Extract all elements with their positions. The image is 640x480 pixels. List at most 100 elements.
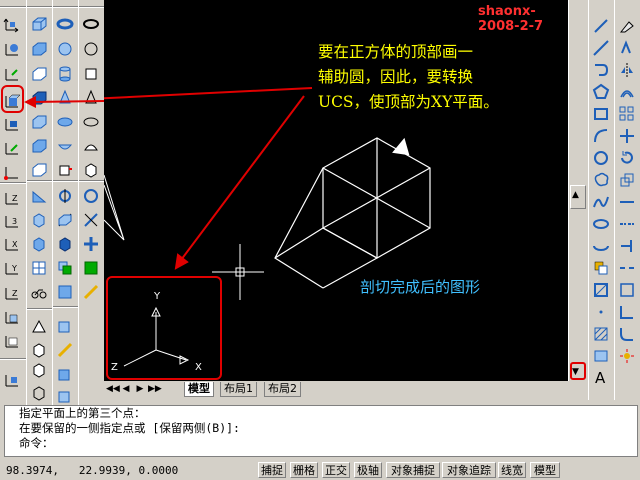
command-prompt[interactable]: 命令： xyxy=(5,436,637,451)
imprint-icon[interactable] xyxy=(81,210,99,228)
ellipse-arc-icon[interactable] xyxy=(591,236,609,254)
apply-ucs-icon[interactable] xyxy=(2,307,20,325)
cube-icon-5[interactable] xyxy=(29,383,47,401)
make-block-icon[interactable] xyxy=(591,280,609,298)
scroll-down-highlight xyxy=(570,362,586,380)
hatch-icon[interactable] xyxy=(591,324,609,342)
solid-edit-icon-4[interactable] xyxy=(55,386,73,404)
arc-icon[interactable] xyxy=(591,126,609,144)
grid-toggle[interactable]: 栅格 xyxy=(290,462,318,478)
mirror-icon[interactable] xyxy=(617,60,635,78)
box-icon-2[interactable] xyxy=(29,39,47,57)
region-icon[interactable] xyxy=(591,346,609,364)
snap-toggle[interactable]: 捕捉 xyxy=(258,462,286,478)
named-ucs-icon[interactable] xyxy=(2,370,20,388)
spline-icon[interactable] xyxy=(591,192,609,210)
revolve-icon[interactable] xyxy=(55,186,73,204)
join-icon[interactable] xyxy=(617,280,635,298)
tab-next-button[interactable]: ▶ xyxy=(134,383,146,395)
scale-icon[interactable] xyxy=(617,170,635,188)
command-window[interactable]: 指定平面上的第三个点： 在要保留的一侧指定点或 [保留两侧(B)]: 命令： xyxy=(4,405,638,457)
construction-line-icon[interactable] xyxy=(591,38,609,56)
rotate-icon[interactable] xyxy=(617,148,635,166)
tab-last-button[interactable]: ▶▶ xyxy=(148,383,162,395)
tab-model[interactable]: 模型 xyxy=(184,382,214,397)
line-icon[interactable] xyxy=(591,16,609,34)
polar-toggle[interactable]: 极轴 xyxy=(354,462,382,478)
polyline-icon[interactable] xyxy=(591,60,609,78)
separate-icon[interactable] xyxy=(81,234,99,252)
ucs-settings-icon[interactable] xyxy=(2,331,20,349)
3point-ucs-icon[interactable]: 3 xyxy=(2,211,20,229)
torus-icon[interactable] xyxy=(55,14,74,32)
svg-text:Z: Z xyxy=(12,194,18,203)
erase-icon[interactable] xyxy=(617,16,635,34)
motorcycle-icon[interactable] xyxy=(29,282,47,300)
copy-icon[interactable] xyxy=(617,38,635,56)
status-bar: 98.3974, 22.9939, 0.0000 捕捉 栅格 正交 极轴 对象捕… xyxy=(0,460,640,480)
triangle-icon[interactable] xyxy=(29,316,47,334)
array-icon[interactable] xyxy=(617,104,635,122)
point-icon[interactable] xyxy=(591,302,609,320)
extend-icon[interactable] xyxy=(617,236,635,254)
clean-icon[interactable] xyxy=(81,258,99,276)
wedge-icon[interactable] xyxy=(29,186,47,204)
ucs-icon-highlight xyxy=(106,276,222,380)
drawing-canvas[interactable]: shaonx-2008-2-7 要在正方体的顶部画一 辅助圆，因此，要转换 UC… xyxy=(104,0,568,381)
subtract-solid-icon[interactable] xyxy=(81,39,99,57)
rotate3d-icon[interactable] xyxy=(81,186,99,204)
polygon-icon[interactable] xyxy=(591,82,610,100)
solid-edit-icon-2[interactable] xyxy=(55,340,73,358)
sphere-icon[interactable] xyxy=(55,39,73,57)
coordinate-readout: 98.3974, 22.9939, 0.0000 xyxy=(6,464,179,477)
tab-layout2[interactable]: 布局2 xyxy=(264,382,301,397)
interfere-icon[interactable] xyxy=(55,258,73,276)
ucs-icon[interactable] xyxy=(2,14,20,33)
tab-first-button[interactable]: ◀◀ xyxy=(106,383,120,395)
world-ucs-icon[interactable] xyxy=(2,39,20,57)
z-rotate-ucs-icon[interactable]: Z xyxy=(2,283,20,301)
cube-icon[interactable] xyxy=(29,210,47,228)
section-icon[interactable] xyxy=(55,234,73,252)
union-icon[interactable] xyxy=(55,282,73,300)
chamfer-icon[interactable] xyxy=(617,302,635,320)
insert-block-icon[interactable] xyxy=(591,258,609,276)
draw-toolbar: A xyxy=(588,0,615,400)
tab-layout1[interactable]: 布局1 xyxy=(220,382,257,397)
ortho-toggle[interactable]: 正交 xyxy=(322,462,350,478)
circle-icon[interactable] xyxy=(591,148,609,166)
vertical-scrollbar[interactable]: ▲ ▼ xyxy=(568,0,587,381)
scroll-thumb[interactable] xyxy=(570,185,586,209)
box-icon[interactable] xyxy=(29,14,47,32)
solid-edit-icon[interactable] xyxy=(55,316,73,334)
offset-icon[interactable] xyxy=(617,82,635,100)
rectangle-icon[interactable] xyxy=(591,104,609,122)
otrack-toggle[interactable]: 对象追踪 xyxy=(442,462,496,478)
mtext-icon[interactable]: A xyxy=(591,367,609,386)
tab-prev-button[interactable]: ◀ xyxy=(120,383,132,395)
cube-icon-3[interactable] xyxy=(29,340,47,358)
ellipse-icon[interactable] xyxy=(591,214,609,232)
grid-cube-icon[interactable] xyxy=(29,258,47,276)
stretch-icon[interactable] xyxy=(617,192,635,210)
slice-icon[interactable] xyxy=(55,210,73,228)
lineweight-toggle[interactable]: 线宽 xyxy=(498,462,526,478)
model-toggle[interactable]: 模型 xyxy=(530,462,560,478)
solid-edit-icon-3[interactable] xyxy=(55,364,73,382)
cube-icon-2[interactable] xyxy=(29,234,47,252)
explode-icon[interactable] xyxy=(617,346,635,364)
mtext-glyph: A xyxy=(595,369,606,386)
move-icon[interactable] xyxy=(617,126,635,144)
revcloud-icon[interactable] xyxy=(591,170,609,188)
fillet-icon[interactable] xyxy=(617,324,635,342)
x-rotate-ucs-icon[interactable]: X xyxy=(2,234,20,252)
union-solid-icon[interactable] xyxy=(81,14,99,32)
z-axis-ucs-icon[interactable]: Z xyxy=(2,188,20,206)
check-icon[interactable] xyxy=(81,282,99,300)
y-rotate-ucs-icon[interactable]: Y xyxy=(2,258,20,276)
osnap-toggle[interactable]: 对象捕捉 xyxy=(386,462,440,478)
break-icon[interactable] xyxy=(617,258,635,276)
command-history-line-2: 在要保留的一侧指定点或 [保留两侧(B)]: xyxy=(19,421,240,435)
trim-icon[interactable] xyxy=(617,214,635,232)
cube-icon-4[interactable] xyxy=(29,360,47,378)
